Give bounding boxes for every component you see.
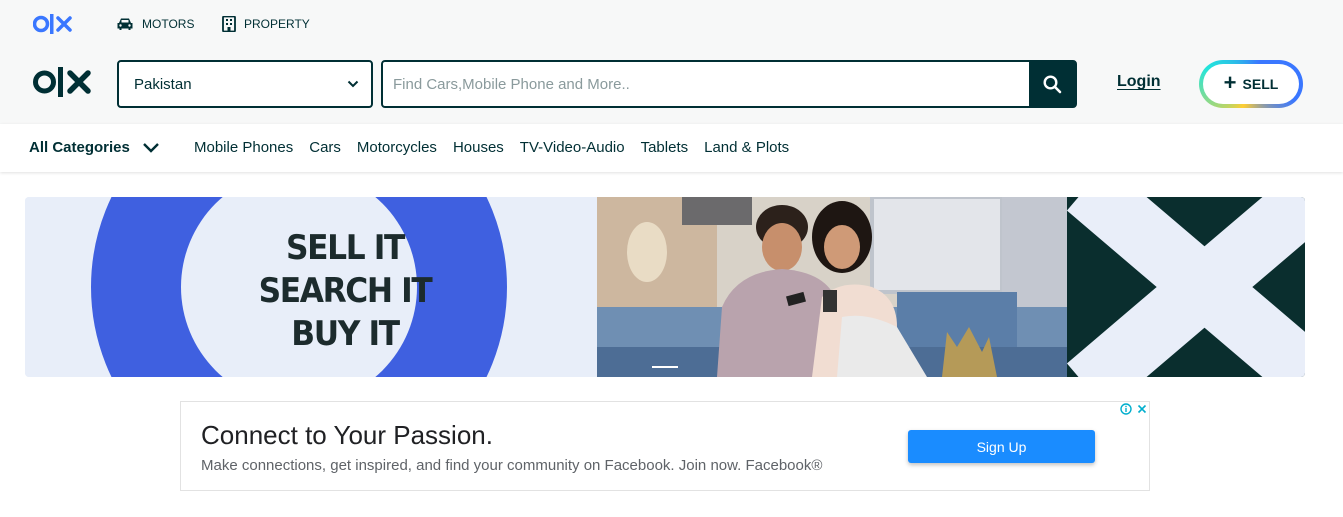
ad-block[interactable]: Connect to Your Passion. Make connection… xyxy=(180,401,1150,491)
category-motorcycles[interactable]: Motorcycles xyxy=(357,139,437,156)
plus-icon: + xyxy=(1223,70,1237,95)
ad-sign-up-button[interactable]: Sign Up xyxy=(908,430,1095,463)
property-link[interactable]: PROPERTY xyxy=(222,14,310,34)
ad-description[interactable]: Make connections, get inspired, and find… xyxy=(201,457,822,474)
category-houses[interactable]: Houses xyxy=(453,139,504,156)
car-icon xyxy=(117,18,133,30)
ad-title[interactable]: Connect to Your Passion. xyxy=(201,420,493,451)
couple-photo-illustration xyxy=(597,197,1067,377)
close-icon[interactable] xyxy=(1135,402,1149,416)
property-label: PROPERTY xyxy=(244,17,310,31)
olx-logo[interactable] xyxy=(33,64,95,100)
header: MOTORS PROPERTY Pakistan Lo xyxy=(0,0,1343,124)
search-input[interactable] xyxy=(383,62,1029,106)
slogan-line-search: SEARCH IT xyxy=(258,271,433,311)
chevron-down-icon xyxy=(143,143,159,153)
location-value: Pakistan xyxy=(134,75,192,93)
sell-button[interactable]: + SELL xyxy=(1199,60,1303,108)
category-list: Mobile Phones Cars Motorcycles Houses TV… xyxy=(194,139,789,156)
all-categories-label: All Categories xyxy=(29,139,130,156)
category-mobile-phones[interactable]: Mobile Phones xyxy=(194,139,293,156)
motors-label: MOTORS xyxy=(142,17,195,31)
category-cars[interactable]: Cars xyxy=(309,139,341,156)
banner-slogan: SELL IT SEARCH IT BUY IT xyxy=(225,227,465,356)
sell-button-inner: + SELL xyxy=(1203,64,1299,104)
category-tablets[interactable]: Tablets xyxy=(641,139,689,156)
olx-logo-small[interactable] xyxy=(33,12,75,36)
building-icon xyxy=(222,16,236,32)
motors-link[interactable]: MOTORS xyxy=(116,14,194,34)
search-button[interactable] xyxy=(1029,62,1075,106)
hero-banner[interactable]: SELL IT SEARCH IT BUY IT xyxy=(25,197,1305,377)
category-bar: All Categories Mobile Phones Cars Motorc… xyxy=(0,124,1343,172)
x-mark-icon xyxy=(1067,197,1305,377)
slogan-line-buy: BUY IT xyxy=(291,314,400,354)
chevron-down-icon xyxy=(347,80,359,88)
search-icon xyxy=(1043,75,1062,94)
search-bar xyxy=(381,60,1077,108)
category-tv-video-audio[interactable]: TV-Video-Audio xyxy=(520,139,625,156)
all-categories-dropdown[interactable]: All Categories xyxy=(29,139,160,156)
ad-choices xyxy=(1119,402,1149,416)
location-select[interactable]: Pakistan xyxy=(117,60,373,108)
category-land-plots[interactable]: Land & Plots xyxy=(704,139,789,156)
banner-photo xyxy=(597,197,1067,377)
login-link[interactable]: Login xyxy=(1117,73,1161,91)
slogan-line-sell: SELL IT xyxy=(286,228,405,268)
banner-olx-mark xyxy=(1067,197,1305,377)
info-icon[interactable] xyxy=(1119,402,1133,416)
sell-label: SELL xyxy=(1242,76,1279,92)
banner-slogan-panel: SELL IT SEARCH IT BUY IT xyxy=(25,197,597,377)
